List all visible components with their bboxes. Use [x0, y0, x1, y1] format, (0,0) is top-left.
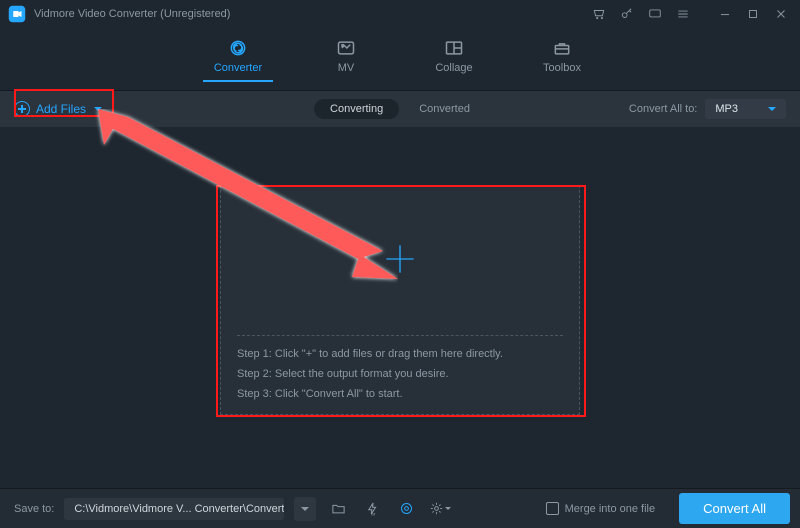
plus-icon [383, 242, 417, 279]
hardware-accel-button[interactable]: off [360, 497, 384, 521]
step-2: Step 2: Select the output format you des… [237, 368, 563, 380]
nav-tab-toolbox[interactable]: Toolbox [527, 34, 597, 82]
plus-circle-icon [14, 101, 30, 117]
nav-tab-collage[interactable]: Collage [419, 34, 489, 82]
toolbar: Add Files Converting Converted Convert A… [0, 91, 800, 127]
nav-label: Converter [214, 62, 262, 74]
high-speed-button[interactable] [394, 497, 418, 521]
bottom-bar: Save to: C:\Vidmore\Vidmore V... Convert… [0, 488, 800, 528]
step-3: Step 3: Click "Convert All" to start. [237, 388, 563, 400]
svg-text:off: off [371, 512, 376, 516]
open-folder-button[interactable] [326, 497, 350, 521]
add-files-label: Add Files [36, 102, 86, 116]
chevron-down-icon [301, 507, 309, 511]
collage-icon [443, 38, 465, 58]
app-title: Vidmore Video Converter (Unregistered) [34, 8, 230, 20]
format-selected-value: MP3 [715, 103, 738, 115]
nav-label: MV [338, 62, 355, 74]
save-to-label: Save to: [14, 503, 54, 515]
settings-button[interactable] [428, 497, 452, 521]
nav-label: Collage [435, 62, 472, 74]
save-path-field[interactable]: C:\Vidmore\Vidmore V... Converter\Conver… [64, 498, 284, 520]
nav-label: Toolbox [543, 62, 581, 74]
menu-icon[interactable] [672, 3, 694, 25]
main-area: Step 1: Click "+" to add files or drag t… [0, 127, 800, 481]
mv-icon [335, 38, 357, 58]
add-files-button[interactable]: Add Files [14, 101, 102, 117]
merge-label: Merge into one file [565, 503, 656, 515]
chevron-down-icon [94, 107, 102, 111]
drop-plus-zone[interactable] [221, 186, 579, 335]
steps: Step 1: Click "+" to add files or drag t… [221, 336, 579, 414]
merge-option[interactable]: Merge into one file [546, 502, 656, 515]
tab-converting[interactable]: Converting [314, 99, 399, 119]
merge-checkbox[interactable] [546, 502, 559, 515]
toolbox-icon [551, 38, 573, 58]
convert-all-to: Convert All to: MP3 [629, 99, 786, 119]
app-logo [8, 5, 26, 23]
tab-converted[interactable]: Converted [403, 99, 486, 119]
status-tabs: Converting Converted [314, 99, 486, 119]
nav-tab-mv[interactable]: MV [311, 34, 381, 82]
cart-icon[interactable] [588, 3, 610, 25]
convert-all-button[interactable]: Convert All [679, 493, 790, 524]
drop-panel[interactable]: Step 1: Click "+" to add files or drag t… [220, 185, 580, 415]
minimize-icon[interactable] [714, 3, 736, 25]
converter-icon [227, 38, 249, 58]
maximize-icon[interactable] [742, 3, 764, 25]
nav-tab-converter[interactable]: Converter [203, 34, 273, 82]
feedback-icon[interactable] [644, 3, 666, 25]
chevron-down-icon [768, 107, 776, 111]
key-icon[interactable] [616, 3, 638, 25]
close-icon[interactable] [770, 3, 792, 25]
output-format-select[interactable]: MP3 [705, 99, 786, 119]
titlebar: Vidmore Video Converter (Unregistered) [0, 0, 800, 28]
convert-all-to-label: Convert All to: [629, 103, 697, 115]
top-nav: Converter MV Collage Toolbox [0, 28, 800, 91]
step-1: Step 1: Click "+" to add files or drag t… [237, 348, 563, 360]
save-path-dropdown[interactable] [294, 497, 316, 521]
